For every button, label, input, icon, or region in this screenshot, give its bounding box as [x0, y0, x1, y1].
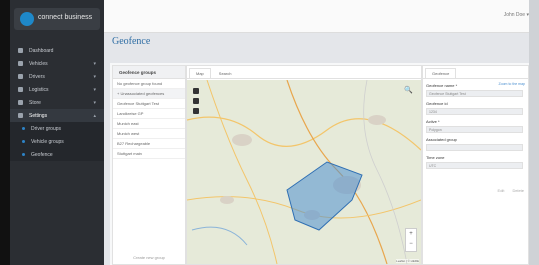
field-label: Time zone	[426, 155, 445, 160]
geofence-name-field[interactable]: Geofence Stuttgart Test	[426, 90, 523, 97]
zoom-control[interactable]: + −	[405, 228, 417, 252]
list-item[interactable]: Stuttgart main	[113, 149, 185, 159]
draw-polygon-icon[interactable]	[193, 88, 199, 94]
top-bar: John Doe ▾	[104, 0, 539, 33]
app-window: connect business Dashboard Vehicles ▾ Dri…	[0, 0, 539, 265]
draw-marker-icon[interactable]	[193, 108, 199, 114]
chevron-down-icon: ▾	[93, 74, 96, 80]
logo-icon	[20, 12, 34, 26]
active-select[interactable]: Polygon	[426, 126, 523, 133]
chevron-down-icon: ▾	[93, 100, 96, 106]
map-panel: Map Search 🔍 + − Leaflet | © HERE	[186, 65, 422, 265]
chevron-down-icon: ▾	[93, 87, 96, 93]
groups-header: Geofence groups	[113, 66, 185, 79]
screen-edge	[529, 0, 539, 265]
delete-button[interactable]: Delete	[512, 188, 524, 193]
time-zone-field[interactable]: UTC	[426, 162, 523, 169]
sidebar-item-dashboard[interactable]: Dashboard	[10, 44, 104, 57]
form-tabs: Geofence	[423, 66, 528, 79]
list-item[interactable]: Munich east	[113, 119, 185, 129]
map-graphic	[187, 80, 421, 264]
device-bezel	[0, 0, 10, 265]
bullet-icon	[22, 127, 25, 130]
zoom-to-map-link[interactable]: Zoom to the map	[499, 82, 525, 86]
chevron-up-icon: ▴	[93, 113, 96, 119]
geofence-form: Geofence Zoom to the map Geofence name *…	[422, 65, 529, 265]
sidebar-item-store[interactable]: Store ▾	[10, 96, 104, 109]
list-item[interactable]: Munich west	[113, 129, 185, 139]
create-group-button[interactable]: Create new group	[113, 255, 185, 260]
pin-icon	[18, 87, 23, 92]
dashboard-icon	[18, 48, 23, 53]
sidebar-item-vehicles[interactable]: Vehicles ▾	[10, 57, 104, 70]
tab-map[interactable]: Map	[189, 68, 211, 78]
sidebar-item-logistics[interactable]: Logistics ▾	[10, 83, 104, 96]
submenu-item-driver-groups[interactable]: Driver groups	[10, 122, 104, 135]
tab-search[interactable]: Search	[213, 69, 238, 78]
submenu-item-vehicle-groups[interactable]: Vehicle groups	[10, 135, 104, 148]
app-logo[interactable]: connect business	[14, 8, 100, 30]
page-title: Geofence	[112, 36, 151, 47]
associated-group-field[interactable]	[426, 144, 523, 151]
map-tabs: Map Search	[187, 66, 421, 79]
user-menu[interactable]: John Doe ▾	[504, 12, 529, 18]
field-label: Active *	[426, 119, 440, 124]
field-label: Associated group	[426, 137, 457, 142]
sidebar-item-drivers[interactable]: Drivers ▾	[10, 70, 104, 83]
car-icon	[18, 61, 23, 66]
map-canvas[interactable]: 🔍 + − Leaflet | © HERE	[187, 80, 421, 264]
list-item[interactable]: Geofence Stuttgart Test	[113, 99, 185, 109]
settings-submenu: Driver groups Vehicle groups Geofence	[10, 122, 104, 161]
bullet-icon	[22, 153, 25, 156]
gear-icon	[18, 113, 23, 118]
list-item[interactable]: No geofence group found	[113, 79, 185, 89]
app-name: connect business	[38, 14, 93, 21]
tab-geofence[interactable]: Geofence	[425, 68, 457, 78]
geofence-groups-panel: Geofence groups No geofence group found …	[112, 65, 186, 265]
submenu-item-geofence[interactable]: Geofence	[10, 148, 104, 161]
list-item[interactable]: B27 Rechargeable	[113, 139, 185, 149]
chevron-down-icon: ▾	[93, 61, 96, 67]
list-item[interactable]: Landkreise GP	[113, 109, 185, 119]
edit-button[interactable]: Edit	[498, 188, 505, 193]
driver-icon	[18, 74, 23, 79]
field-label: Geofence id	[426, 101, 448, 106]
cart-icon	[18, 100, 23, 105]
sidebar-item-settings[interactable]: Settings ▴	[10, 109, 104, 122]
form-actions: Edit Delete	[498, 188, 524, 193]
list-item[interactable]: + Unassociated geofences	[113, 89, 185, 99]
bullet-icon	[22, 140, 25, 143]
map-attribution: Leaflet | © HERE	[396, 259, 419, 263]
sidebar-nav: Dashboard Vehicles ▾ Drivers ▾ Logistics ▾ …	[10, 44, 104, 161]
draw-rectangle-icon[interactable]	[193, 98, 199, 104]
geofence-id-field[interactable]: 1234	[426, 108, 523, 115]
map-search-icon[interactable]: 🔍	[404, 86, 413, 94]
